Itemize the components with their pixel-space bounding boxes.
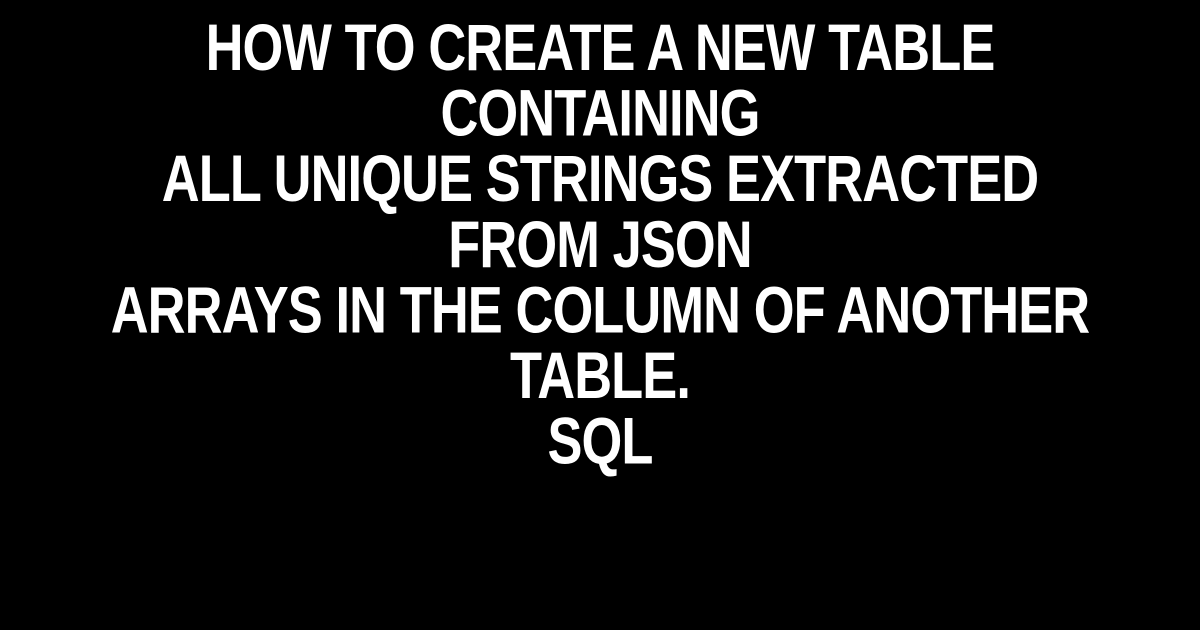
main-heading: How to create a new table containing all… bbox=[85, 16, 1115, 475]
text-container: How to create a new table containing all… bbox=[0, 46, 1200, 445]
